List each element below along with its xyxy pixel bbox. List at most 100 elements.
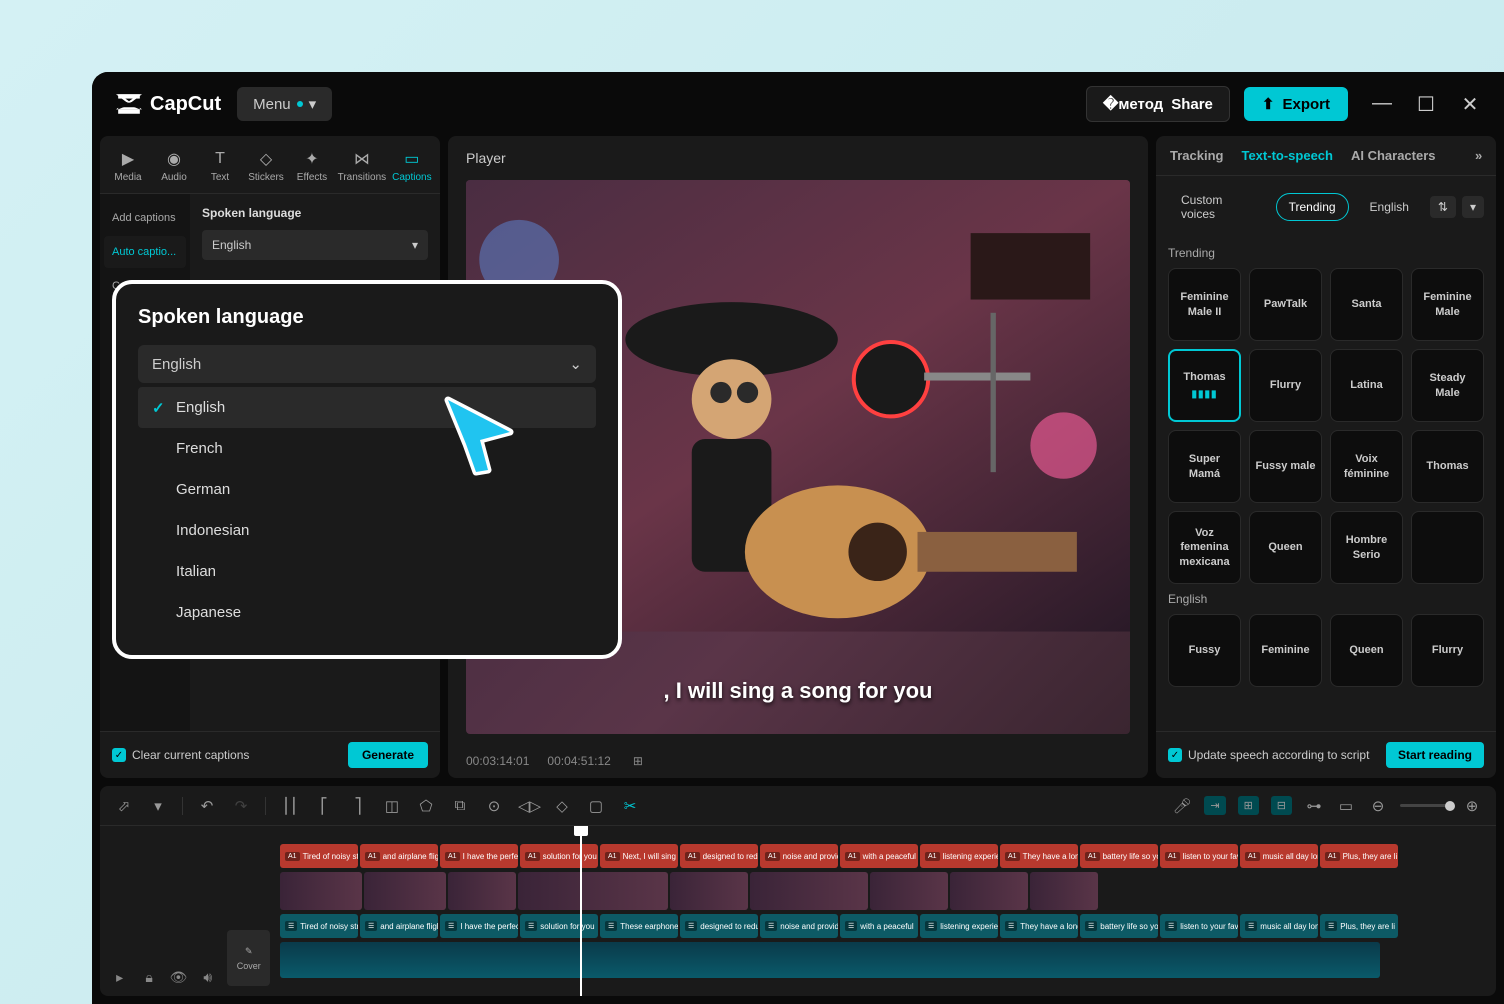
generate-button[interactable]: Generate <box>348 742 428 768</box>
more-icon[interactable]: « <box>1475 148 1482 163</box>
timeline-clip[interactable]: ☰noise and provide <box>760 914 838 938</box>
play-icon[interactable]: ⊙ <box>484 797 504 815</box>
copy-icon[interactable]: ⧉ <box>450 797 470 814</box>
voice-card[interactable]: Thomas▮▮▮▮ <box>1168 349 1241 422</box>
layers-icon[interactable]: ▭ <box>1336 797 1356 815</box>
redo-icon[interactable]: ↷ <box>231 797 251 815</box>
voice-card[interactable]: Voix féminine <box>1330 430 1403 503</box>
close-button[interactable]: ✕ <box>1460 92 1480 117</box>
timeline-clip[interactable]: A1listen to your favori <box>1160 844 1238 868</box>
timeline-clip[interactable]: A1with a peaceful <box>840 844 918 868</box>
timeline-clip[interactable] <box>750 872 868 910</box>
right-tab-tracking[interactable]: Tracking <box>1170 148 1223 163</box>
timeline-clip[interactable] <box>870 872 948 910</box>
timeline-clip[interactable]: A1listening experienc <box>920 844 998 868</box>
timeline-clip[interactable] <box>1030 872 1098 910</box>
voice-card[interactable]: Flurry <box>1249 349 1322 422</box>
voice-card[interactable]: PawTalk <box>1249 268 1322 341</box>
clear-captions-checkbox[interactable]: ✓ Clear current captions <box>112 748 249 762</box>
language-option[interactable]: German <box>138 469 596 510</box>
timeline-clip[interactable]: A1battery life so you ca <box>1080 844 1158 868</box>
trim-left-icon[interactable]: ⎡ <box>314 797 334 815</box>
timeline-clip[interactable]: A1They have a long <box>1000 844 1078 868</box>
maximize-button[interactable]: ☐ <box>1416 92 1436 117</box>
right-tab-ai-characters[interactable]: AI Characters <box>1351 148 1436 163</box>
voice-card[interactable]: Thomas <box>1411 430 1484 503</box>
start-reading-button[interactable]: Start reading <box>1386 742 1484 768</box>
update-speech-checkbox[interactable]: ✓ Update speech according to script <box>1168 748 1369 762</box>
frame-icon[interactable]: ▢ <box>586 797 606 815</box>
voice-card[interactable]: Fussy <box>1168 614 1241 687</box>
sort-icon[interactable]: ⇅ <box>1430 196 1456 218</box>
voice-card[interactable]: Steady Male <box>1411 349 1484 422</box>
voice-card[interactable]: Latina <box>1330 349 1403 422</box>
toggle-1[interactable]: ⇥ <box>1204 796 1225 815</box>
pointer-tool-icon[interactable]: ⬀ <box>114 797 134 815</box>
align-icon[interactable]: ⊶ <box>1304 797 1324 815</box>
trim-right-icon[interactable]: ⎤ <box>348 797 368 815</box>
timeline-clip[interactable]: ☰listen to your favori <box>1160 914 1238 938</box>
timeline-clip[interactable] <box>950 872 1028 910</box>
preview-icon[interactable]: ▸ <box>110 969 129 986</box>
voice-card[interactable]: Feminine <box>1249 614 1322 687</box>
language-option[interactable]: Italian <box>138 551 596 592</box>
menu-button[interactable]: Menu▾ <box>237 87 332 121</box>
tool-tab-effects[interactable]: ✦Effects <box>292 144 332 193</box>
timeline-clip[interactable]: ☰Plus, they are li <box>1320 914 1398 938</box>
timeline-clip[interactable]: ☰solution for you <box>520 914 598 938</box>
timeline-clip[interactable]: A1Next, I will sing a so <box>600 844 678 868</box>
audio-waveform[interactable] <box>280 942 1380 978</box>
spoken-language-select[interactable]: English▾ <box>202 230 428 260</box>
language-option[interactable]: English <box>138 387 596 428</box>
timeline-clip[interactable] <box>518 872 668 910</box>
mirror-icon[interactable]: ◁▷ <box>518 797 538 815</box>
filter-english[interactable]: English <box>1357 193 1422 221</box>
popup-select[interactable]: English⌄ <box>138 345 596 383</box>
timeline-clip[interactable] <box>448 872 516 910</box>
voice-card[interactable]: Voz femenina mexicana <box>1168 511 1241 584</box>
sub-tab[interactable]: Add captions <box>104 202 186 234</box>
language-option[interactable]: Japanese <box>138 592 596 633</box>
tool-tab-captions[interactable]: ▭Captions <box>392 144 432 193</box>
timeline-clip[interactable]: ☰with a peaceful <box>840 914 918 938</box>
minimize-button[interactable]: — <box>1372 92 1392 117</box>
timeline-clip[interactable] <box>280 872 362 910</box>
loupe-icon[interactable]: ⊞ <box>633 754 643 768</box>
lock-icon[interactable]: 🔒︎ <box>139 969 158 986</box>
timeline-clip[interactable]: ☰These earphones a <box>600 914 678 938</box>
zoom-slider[interactable] <box>1400 804 1450 807</box>
timeline-clip[interactable]: ☰Tired of noisy streets <box>280 914 358 938</box>
pro-tool-icon[interactable]: ✂ <box>620 797 640 815</box>
language-option[interactable]: Indonesian <box>138 510 596 551</box>
tool-tab-text[interactable]: TText <box>200 144 240 193</box>
timeline-clip[interactable]: A1music all day long <box>1240 844 1318 868</box>
tool-tab-stickers[interactable]: ◇Stickers <box>246 144 286 193</box>
timeline-clip[interactable]: A1designed to reduc <box>680 844 758 868</box>
timeline-clip[interactable]: ☰They have a long <box>1000 914 1078 938</box>
voice-card[interactable] <box>1411 511 1484 584</box>
filter-custom-voices[interactable]: Custom voices <box>1168 186 1268 228</box>
export-button[interactable]: ⬆Export <box>1244 87 1348 121</box>
timeline-clip[interactable]: A1Plus, they are li <box>1320 844 1398 868</box>
share-button[interactable]: �методShare <box>1086 86 1230 122</box>
timeline-clip[interactable]: A1noise and provide <box>760 844 838 868</box>
filter-trending[interactable]: Trending <box>1276 193 1349 221</box>
timeline-clip[interactable]: A1and airplane flights? <box>360 844 438 868</box>
timeline-clip[interactable]: A1I have the perfec <box>440 844 518 868</box>
voice-card[interactable]: Queen <box>1249 511 1322 584</box>
right-tab-text-to-speech[interactable]: Text-to-speech <box>1241 148 1333 163</box>
timeline-clip[interactable] <box>670 872 748 910</box>
toggle-2[interactable]: ⊞ <box>1238 796 1259 815</box>
voice-card[interactable]: Flurry <box>1411 614 1484 687</box>
voice-card[interactable]: Feminine Male <box>1411 268 1484 341</box>
sub-tab[interactable]: Auto captio... <box>104 236 186 268</box>
dropdown-icon[interactable]: ▾ <box>1462 196 1484 218</box>
voice-card[interactable]: Hombre Serio <box>1330 511 1403 584</box>
undo-icon[interactable]: ↶ <box>197 797 217 815</box>
speaker-icon[interactable]: 🔊︎ <box>198 969 217 986</box>
timeline-clip[interactable]: ☰battery life so you ca <box>1080 914 1158 938</box>
tool-tab-transitions[interactable]: ⋈Transitions <box>338 144 386 193</box>
mic-icon[interactable]: 🎤︎ <box>1172 797 1192 815</box>
toggle-3[interactable]: ⊟ <box>1271 796 1292 815</box>
voice-card[interactable]: Santa <box>1330 268 1403 341</box>
